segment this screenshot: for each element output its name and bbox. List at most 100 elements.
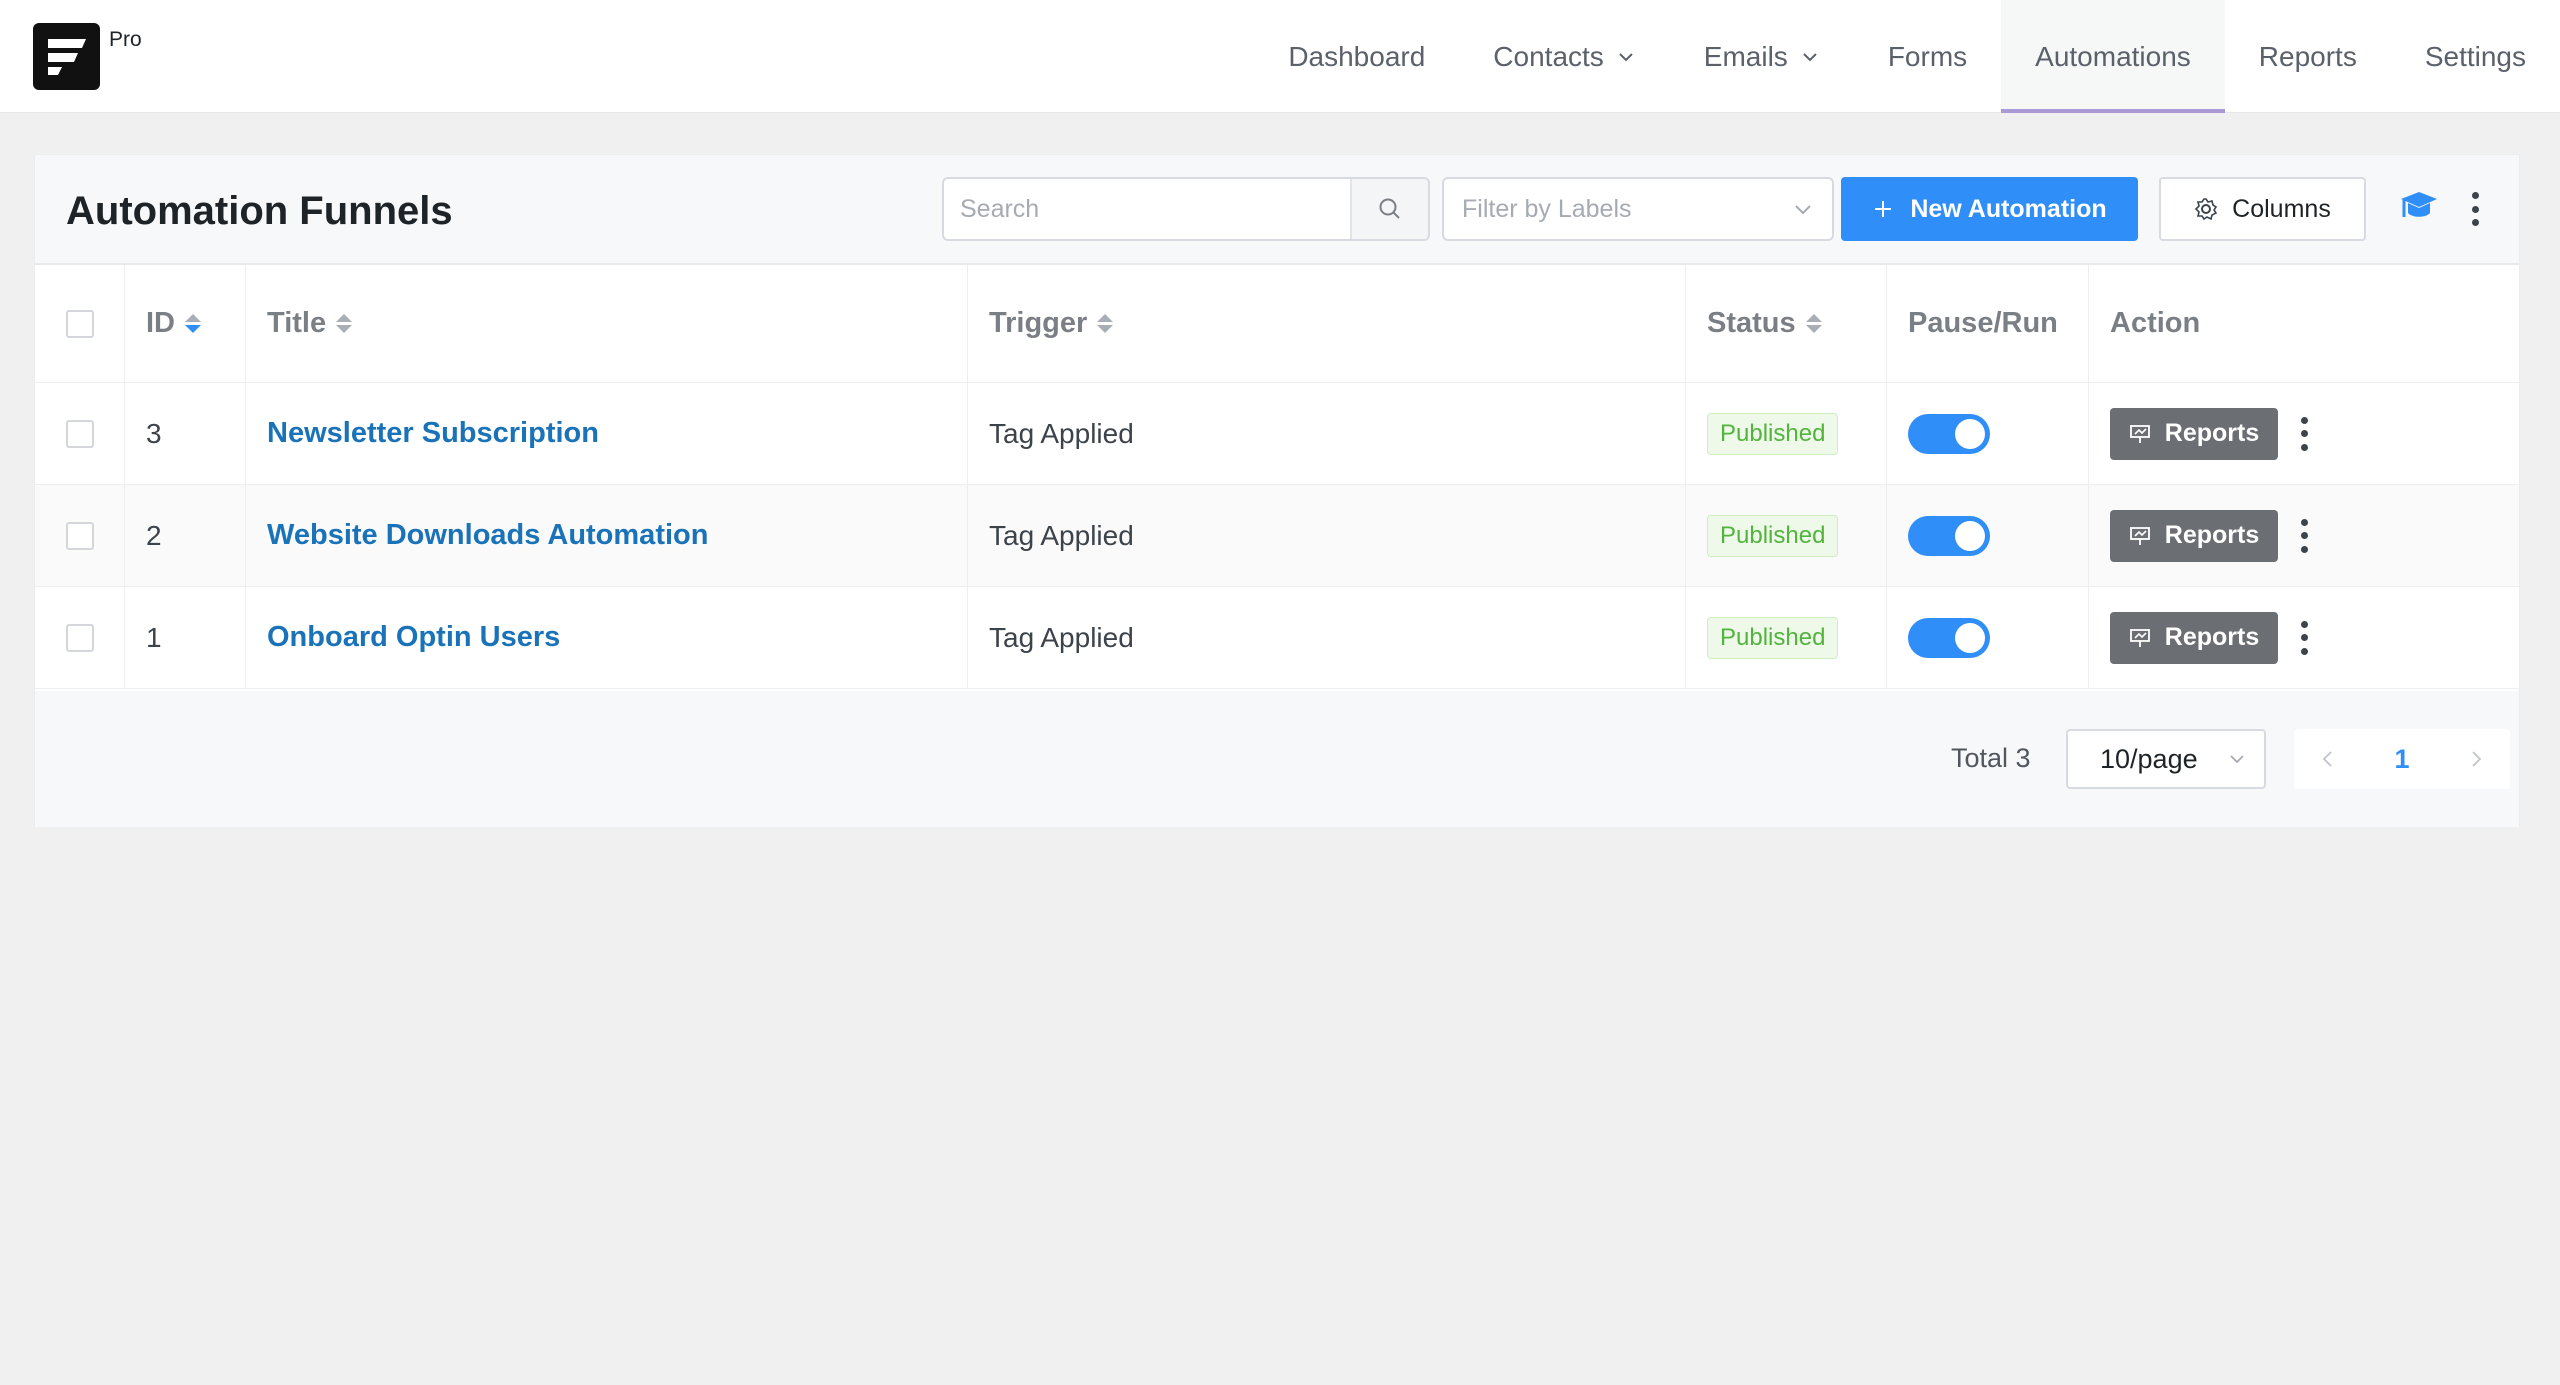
reports-button[interactable]: Reports xyxy=(2110,611,2278,664)
table-row: 3 Newsletter Subscription Tag Applied Pu… xyxy=(35,383,2519,485)
new-automation-label: New Automation xyxy=(1910,194,2107,223)
row-pause-run-cell xyxy=(1887,383,2089,484)
sort-icon[interactable] xyxy=(336,314,353,333)
nav-item-label: Forms xyxy=(1887,40,1968,72)
pro-label: Pro xyxy=(109,28,142,51)
row-id: 3 xyxy=(125,383,246,484)
automation-funnels-card: Automation Funnels Filter by Labels New … xyxy=(34,154,2520,827)
new-automation-button[interactable]: New Automation xyxy=(1841,177,2138,241)
nav-item-reports[interactable]: Reports xyxy=(2225,0,2391,113)
top-navigation-bar: Pro Dashboard Contacts Emails Forms Auto… xyxy=(0,0,2560,113)
pause-run-toggle[interactable] xyxy=(1908,617,1990,658)
nav-item-label: Emails xyxy=(1703,40,1788,72)
reports-button[interactable]: Reports xyxy=(2110,407,2278,460)
reports-label: Reports xyxy=(2164,521,2260,549)
row-checkbox[interactable] xyxy=(65,521,94,550)
status-badge: Published xyxy=(1707,412,1839,455)
plus-icon xyxy=(1875,201,1892,217)
column-header-label: Status xyxy=(1707,307,1796,339)
logo-mark-icon xyxy=(47,38,86,75)
row-trigger: Tag Applied xyxy=(968,485,1686,586)
row-checkbox[interactable] xyxy=(65,623,94,652)
column-header-label: ID xyxy=(146,307,175,339)
nav-item-dashboard[interactable]: Dashboard xyxy=(1254,0,1459,113)
row-select-cell xyxy=(35,587,125,688)
column-header-trigger[interactable]: Trigger xyxy=(968,265,1686,382)
presentation-chart-icon xyxy=(2129,628,2150,647)
search-input[interactable] xyxy=(944,179,1350,239)
nav-item-settings[interactable]: Settings xyxy=(2391,0,2560,113)
row-pause-run-cell xyxy=(1887,587,2089,688)
automation-title-link[interactable]: Website Downloads Automation xyxy=(267,519,708,552)
row-checkbox[interactable] xyxy=(65,419,94,448)
chevron-down-icon xyxy=(1616,47,1636,67)
chevron-down-icon xyxy=(2230,755,2244,764)
nav-item-forms[interactable]: Forms xyxy=(1854,0,2001,113)
column-header-pause-run: Pause/Run xyxy=(1887,265,2089,382)
row-status-cell: Published xyxy=(1686,485,1887,586)
column-header-label: Action xyxy=(2110,307,2201,339)
nav-item-label: Contacts xyxy=(1493,40,1604,72)
column-header-title[interactable]: Title xyxy=(246,265,968,382)
row-title-cell: Onboard Optin Users xyxy=(246,587,968,688)
automations-table: ID Title Trigger Status Pause/Run Action xyxy=(35,265,2519,689)
pager: 1 xyxy=(2294,729,2510,789)
row-more-options-icon[interactable] xyxy=(2298,416,2310,451)
presentation-chart-icon xyxy=(2129,526,2150,545)
per-page-select[interactable]: 10/page xyxy=(2066,729,2266,789)
row-trigger: Tag Applied xyxy=(968,587,1686,688)
reports-button[interactable]: Reports xyxy=(2110,509,2278,562)
nav-item-contacts[interactable]: Contacts xyxy=(1459,0,1670,113)
row-trigger: Tag Applied xyxy=(968,383,1686,484)
filter-placeholder: Filter by Labels xyxy=(1462,194,1632,223)
search-box xyxy=(942,177,1430,241)
columns-label: Columns xyxy=(2232,194,2331,223)
row-more-options-icon[interactable] xyxy=(2298,620,2310,655)
column-header-status[interactable]: Status xyxy=(1686,265,1887,382)
chevron-down-icon xyxy=(1795,205,1811,215)
select-all-checkbox[interactable] xyxy=(65,309,94,338)
graduation-cap-icon[interactable] xyxy=(2398,189,2440,229)
pagination-bar: Total 3 10/page 1 xyxy=(35,691,2519,827)
row-id: 2 xyxy=(125,485,246,586)
row-status-cell: Published xyxy=(1686,383,1887,484)
column-header-label: Trigger xyxy=(989,307,1088,339)
columns-button[interactable]: Columns xyxy=(2159,177,2366,241)
row-pause-run-cell xyxy=(1887,485,2089,586)
row-more-options-icon[interactable] xyxy=(2298,518,2310,553)
column-header-action: Action xyxy=(2089,265,2519,382)
search-button[interactable] xyxy=(1350,179,1428,239)
reports-label: Reports xyxy=(2164,623,2260,651)
nav-item-automations[interactable]: Automations xyxy=(2001,0,2225,113)
presentation-chart-icon xyxy=(2129,424,2150,443)
column-header-id[interactable]: ID xyxy=(125,265,246,382)
row-title-cell: Newsletter Subscription xyxy=(246,383,968,484)
pause-run-toggle[interactable] xyxy=(1908,515,1990,556)
nav-item-label: Automations xyxy=(2035,40,2191,72)
automation-title-link[interactable]: Newsletter Subscription xyxy=(267,417,599,450)
chevron-left-icon[interactable] xyxy=(2318,749,2338,769)
gear-icon xyxy=(2195,198,2218,221)
table-header-row: ID Title Trigger Status Pause/Run Action xyxy=(35,265,2519,383)
fluentcrm-logo[interactable] xyxy=(33,23,100,90)
sort-icon[interactable] xyxy=(185,314,201,333)
filter-by-labels-select[interactable]: Filter by Labels xyxy=(1442,177,1834,241)
row-title-cell: Website Downloads Automation xyxy=(246,485,968,586)
card-header: Automation Funnels Filter by Labels New … xyxy=(35,155,2519,265)
row-id: 1 xyxy=(125,587,246,688)
row-action-cell: Reports xyxy=(2089,485,2519,586)
table-row: 2 Website Downloads Automation Tag Appli… xyxy=(35,485,2519,587)
page-title: Automation Funnels xyxy=(66,189,453,233)
status-badge: Published xyxy=(1707,616,1839,659)
column-header-label: Pause/Run xyxy=(1908,307,2058,339)
chevron-right-icon[interactable] xyxy=(2466,749,2486,769)
automation-title-link[interactable]: Onboard Optin Users xyxy=(267,621,560,654)
total-count: Total 3 xyxy=(1951,743,2031,773)
page-number-current[interactable]: 1 xyxy=(2394,744,2409,775)
pause-run-toggle[interactable] xyxy=(1908,413,1990,454)
sort-icon[interactable] xyxy=(1097,314,1114,333)
sort-icon[interactable] xyxy=(1805,314,1822,333)
nav-item-emails[interactable]: Emails xyxy=(1670,0,1854,113)
more-options-icon[interactable] xyxy=(2469,192,2481,226)
nav-item-label: Settings xyxy=(2424,40,2526,72)
